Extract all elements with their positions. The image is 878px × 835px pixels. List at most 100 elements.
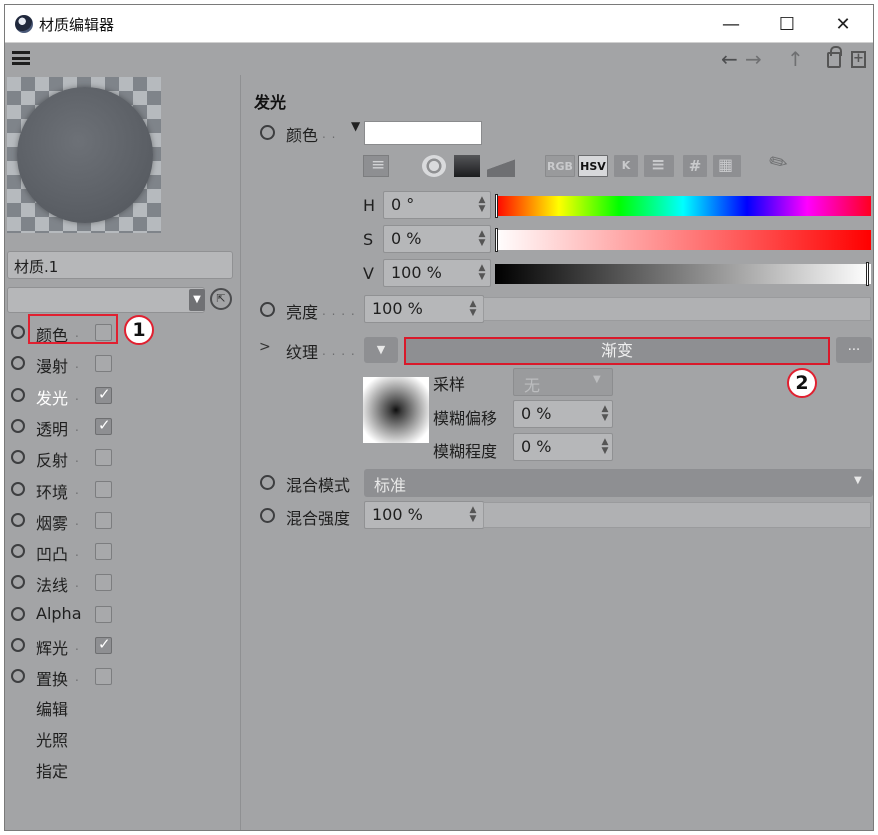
material-name-field[interactable]: 材质.1: [7, 251, 233, 279]
channel-anim-radio[interactable]: [11, 356, 25, 371]
channel-checkbox[interactable]: [95, 605, 112, 623]
hsv-mode-button[interactable]: HSV: [578, 155, 608, 177]
channel-row[interactable]: 烟雾.: [5, 505, 241, 536]
blend-mode-anim-radio[interactable]: [260, 475, 275, 490]
texture-field[interactable]: 渐变: [404, 337, 830, 365]
saturation-spinner[interactable]: ▲ ▼: [477, 230, 487, 248]
channel-row[interactable]: 透明.: [5, 411, 241, 442]
channel-label[interactable]: 凹凸: [36, 541, 68, 565]
panel-tab-item[interactable]: 光照: [36, 727, 68, 751]
material-preview[interactable]: [7, 77, 161, 233]
channel-anim-radio[interactable]: [11, 606, 25, 621]
blend-strength-spinner[interactable]: ▲ ▼: [468, 506, 478, 524]
close-button[interactable]: ✕: [817, 5, 869, 43]
panel-tab-item[interactable]: 编辑: [36, 696, 68, 720]
channel-anim-radio[interactable]: [11, 325, 25, 339]
channel-row[interactable]: 环境.: [5, 474, 241, 505]
brightness-spinner[interactable]: ▲ ▼: [468, 300, 478, 318]
brightness-anim-radio[interactable]: [260, 302, 275, 317]
brightness-field[interactable]: 100 %: [364, 295, 484, 323]
gradient-square-icon[interactable]: [454, 155, 480, 177]
blend-mode-select[interactable]: 标准: [364, 469, 873, 497]
channel-anim-radio[interactable]: [11, 481, 25, 496]
channel-label[interactable]: 法线: [36, 572, 68, 596]
texture-menu-button[interactable]: ▼: [364, 337, 398, 363]
blend-strength-anim-radio[interactable]: [260, 508, 275, 523]
blur-offset-field[interactable]: 0 %: [513, 400, 613, 428]
blur-scale-spinner[interactable]: ▲ ▼: [600, 438, 610, 456]
value-slider[interactable]: [495, 264, 871, 284]
maximize-button[interactable]: ☐: [761, 5, 813, 43]
channel-anim-radio[interactable]: [11, 512, 25, 527]
channel-label[interactable]: 环境: [36, 479, 68, 503]
forward-arrow-icon[interactable]: →: [745, 47, 762, 71]
hue-slider[interactable]: [495, 196, 871, 216]
channel-checkbox[interactable]: [95, 511, 112, 529]
lock-icon[interactable]: [827, 46, 842, 68]
channel-label[interactable]: 反射: [36, 447, 68, 471]
channel-checkbox[interactable]: [95, 543, 112, 561]
channel-anim-radio[interactable]: [11, 544, 25, 559]
blend-strength-field[interactable]: 100 %: [364, 501, 484, 529]
new-window-icon[interactable]: +: [851, 51, 866, 68]
hex-mode-button[interactable]: #: [683, 155, 707, 177]
channel-anim-radio[interactable]: [11, 450, 25, 465]
back-arrow-icon[interactable]: ←: [721, 47, 738, 71]
blur-scale-field[interactable]: 0 %: [513, 433, 613, 461]
channel-label[interactable]: 烟雾: [36, 510, 68, 534]
color-wheel-icon[interactable]: [422, 155, 446, 177]
channel-checkbox[interactable]: [95, 574, 112, 592]
channel-label[interactable]: 发光: [36, 385, 68, 409]
channel-label[interactable]: 辉光: [36, 635, 68, 659]
channel-label[interactable]: Alpha: [36, 604, 82, 623]
blur-offset-spinner[interactable]: ▲ ▼: [600, 405, 610, 423]
chevron-down-icon[interactable]: ▼: [351, 119, 360, 133]
mixer-icon[interactable]: [644, 154, 674, 177]
channel-anim-radio[interactable]: [11, 638, 25, 652]
hue-field[interactable]: 0 °: [383, 191, 491, 219]
channel-checkbox[interactable]: [95, 385, 112, 404]
minimize-button[interactable]: —: [705, 5, 757, 43]
channel-label[interactable]: 漫射: [36, 353, 68, 377]
texture-more-button[interactable]: ...: [836, 337, 872, 363]
up-arrow-icon[interactable]: ↑: [787, 47, 804, 71]
channel-anim-radio[interactable]: [11, 669, 25, 684]
chevron-down-icon[interactable]: ▼: [189, 289, 205, 311]
channel-checkbox[interactable]: [95, 480, 112, 498]
channel-row[interactable]: 辉光.: [5, 630, 241, 661]
saturation-slider[interactable]: [495, 230, 871, 250]
value-field[interactable]: 100 %: [383, 259, 491, 287]
channel-anim-radio[interactable]: [11, 387, 25, 402]
channel-row[interactable]: 置换.: [5, 661, 241, 692]
channel-checkbox[interactable]: [95, 635, 112, 654]
brightness-slider[interactable]: [483, 297, 871, 321]
rgb-mode-button[interactable]: RGB: [545, 155, 575, 177]
saturation-field[interactable]: 0 %: [383, 225, 491, 253]
pick-material-icon[interactable]: ⇱: [210, 288, 232, 310]
value-slider-handle[interactable]: [866, 262, 869, 286]
channel-row[interactable]: 法线.: [5, 567, 241, 598]
channel-label[interactable]: 置换: [36, 666, 68, 690]
swatches-icon[interactable]: [713, 154, 741, 177]
image-picker-icon[interactable]: [487, 155, 515, 177]
channel-label[interactable]: 透明: [36, 416, 68, 440]
hue-spinner[interactable]: ▲ ▼: [477, 196, 487, 214]
color-swatch[interactable]: [364, 121, 482, 145]
channel-checkbox[interactable]: [95, 416, 112, 435]
color-anim-radio[interactable]: [260, 125, 275, 140]
chevron-right-icon[interactable]: >: [259, 339, 271, 355]
channel-anim-radio[interactable]: [11, 418, 25, 433]
material-select[interactable]: [7, 287, 205, 313]
saturation-slider-handle[interactable]: [495, 228, 498, 252]
channel-checkbox[interactable]: [95, 449, 112, 467]
channel-row[interactable]: 发光.: [5, 380, 241, 411]
hue-slider-handle[interactable]: [495, 194, 498, 218]
channel-row[interactable]: 反射.: [5, 442, 241, 473]
eyedropper-icon[interactable]: ✎: [765, 148, 793, 179]
channel-anim-radio[interactable]: [11, 575, 25, 590]
value-spinner[interactable]: ▲ ▼: [477, 264, 487, 282]
channel-checkbox[interactable]: [95, 355, 112, 373]
hamburger-menu-icon[interactable]: [12, 51, 30, 65]
panel-tab-item[interactable]: 指定: [36, 758, 68, 782]
channel-row[interactable]: Alpha: [5, 599, 241, 630]
